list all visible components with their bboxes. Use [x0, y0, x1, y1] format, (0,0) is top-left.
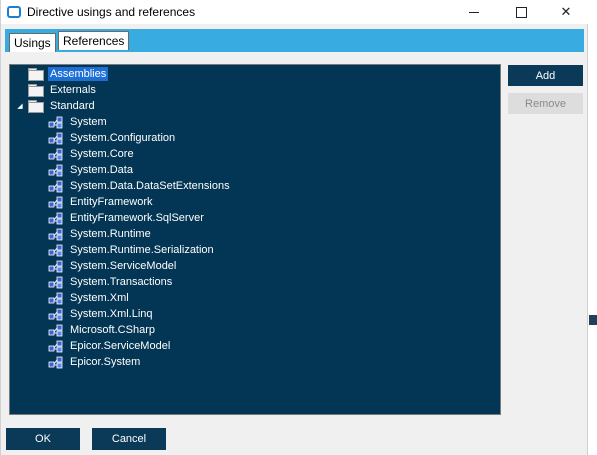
maximize-icon	[515, 6, 527, 18]
tree-node-externals[interactable]: Externals	[28, 82, 98, 98]
tree-node-label: EntityFramework	[70, 196, 153, 208]
assembly-icon	[48, 212, 63, 225]
tree-node-label: System.Runtime	[70, 228, 151, 240]
tree-node-label: Externals	[50, 84, 96, 96]
tab-strip: Usings References	[5, 29, 584, 52]
tree-node-assembly[interactable]: Microsoft.CSharp	[48, 322, 157, 338]
assembly-icon	[48, 164, 63, 177]
tree-node-assembly[interactable]: System.Xml.Linq	[48, 306, 155, 322]
tree-node-label: System.Data.DataSetExtensions	[70, 180, 230, 192]
folder-icon	[28, 68, 44, 81]
tree-node-assemblies[interactable]: Assemblies	[28, 66, 109, 82]
maximize-button[interactable]	[498, 0, 544, 24]
close-button[interactable]: ✕	[543, 0, 589, 24]
assembly-icon	[48, 132, 63, 145]
tree-node-label: System.Xml.Linq	[70, 308, 153, 320]
tree-node-label: System.Configuration	[70, 132, 176, 144]
tree-node-assembly[interactable]: EntityFramework	[48, 194, 155, 210]
remove-button[interactable]: Remove	[508, 93, 583, 114]
assembly-icon	[48, 292, 63, 305]
folder-icon	[28, 100, 44, 113]
assembly-icon	[48, 148, 63, 161]
tree-node-label: Epicor.System	[70, 356, 141, 368]
tree-node-assembly[interactable]: Epicor.System	[48, 354, 142, 370]
tree-node-label: System	[70, 116, 107, 128]
tree-node-assembly[interactable]: System.Configuration	[48, 130, 177, 146]
assembly-icon	[48, 116, 63, 129]
app-icon	[7, 6, 21, 18]
tree-node-label: System.Core	[70, 148, 134, 160]
collapse-icon[interactable]: ◢	[15, 101, 25, 111]
folder-icon	[28, 84, 44, 97]
tree-node-standard[interactable]: Standard	[28, 98, 97, 114]
assembly-icon	[48, 276, 63, 289]
references-tree[interactable]: Assemblies Externals ◢ Standard System Sy…	[9, 64, 501, 415]
tab-usings[interactable]: Usings	[9, 33, 56, 52]
tree-node-assembly[interactable]: Epicor.ServiceModel	[48, 338, 172, 354]
assembly-icon	[48, 244, 63, 257]
tree-node-label: System.ServiceModel	[70, 260, 177, 272]
assembly-icon	[48, 324, 63, 337]
assembly-icon	[48, 260, 63, 273]
tree-node-assembly[interactable]: EntityFramework.SqlServer	[48, 210, 206, 226]
tree-node-label: System.Xml	[70, 292, 129, 304]
assembly-icon	[48, 196, 63, 209]
assembly-icon	[48, 356, 63, 369]
tab-references[interactable]: References	[58, 31, 130, 50]
tree-node-label: Epicor.ServiceModel	[70, 340, 171, 352]
tree-node-assembly[interactable]: System.Runtime.Serialization	[48, 242, 216, 258]
close-icon: ✕	[560, 4, 572, 20]
tree-node-label: Microsoft.CSharp	[70, 324, 155, 336]
background-window-edge	[588, 0, 597, 455]
tree-node-label: EntityFramework.SqlServer	[70, 212, 204, 224]
tree-node-assembly[interactable]: System.Data	[48, 162, 135, 178]
assembly-icon	[48, 340, 63, 353]
minimize-icon	[469, 11, 479, 13]
dialog-window: Directive usings and references ✕ Usings…	[0, 0, 589, 455]
tree-node-label: System.Transactions	[70, 276, 173, 288]
tree-node-assembly[interactable]: System.Data.DataSetExtensions	[48, 178, 232, 194]
assembly-icon	[48, 308, 63, 321]
ok-button[interactable]: OK	[6, 428, 80, 450]
minimize-button[interactable]	[451, 0, 497, 24]
assembly-icon	[48, 180, 63, 193]
window-title: Directive usings and references	[27, 5, 196, 19]
tree-node-assembly[interactable]: System.ServiceModel	[48, 258, 178, 274]
tree-node-assembly[interactable]: System.Runtime	[48, 226, 153, 242]
tree-node-label: Standard	[50, 100, 95, 112]
tree-node-assembly[interactable]: System.Transactions	[48, 274, 174, 290]
tree-node-assembly[interactable]: System	[48, 114, 109, 130]
add-button[interactable]: Add	[508, 65, 583, 86]
title-bar: Directive usings and references ✕	[1, 0, 589, 24]
assembly-icon	[48, 228, 63, 241]
tree-node-label: System.Data	[70, 164, 133, 176]
cancel-button[interactable]: Cancel	[92, 428, 166, 450]
tree-node-assembly[interactable]: System.Xml	[48, 290, 131, 306]
tree-node-label: System.Runtime.Serialization	[70, 244, 214, 256]
tree-node-label: Assemblies	[48, 67, 109, 81]
tree-node-assembly[interactable]: System.Core	[48, 146, 136, 162]
